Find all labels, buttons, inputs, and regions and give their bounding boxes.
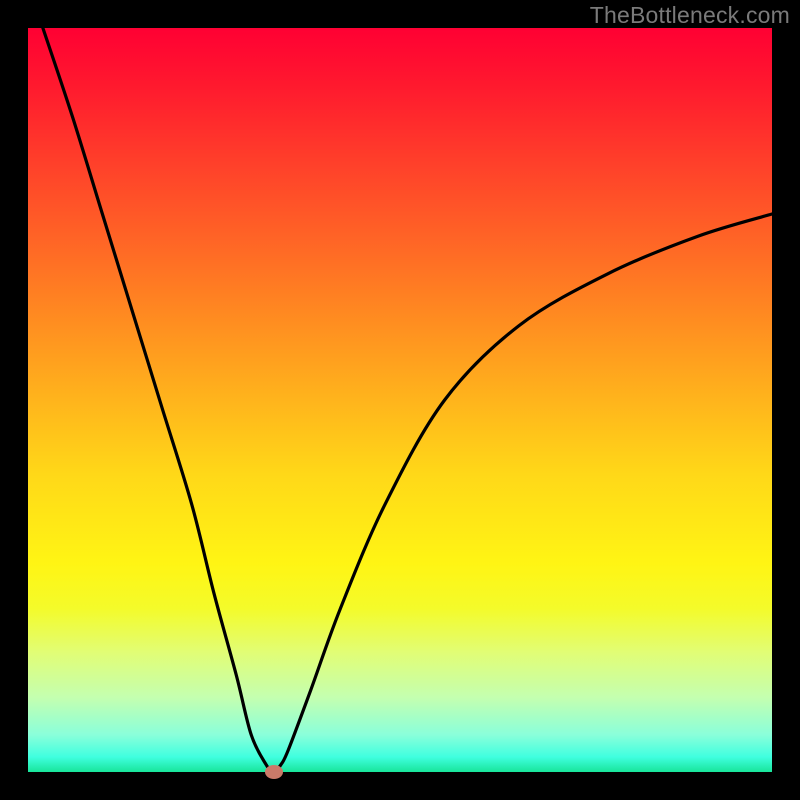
minimum-marker <box>265 765 283 779</box>
curve-svg <box>28 28 772 772</box>
bottleneck-curve-path <box>43 28 772 772</box>
watermark-label: TheBottleneck.com <box>590 2 790 29</box>
chart-container: TheBottleneck.com <box>0 0 800 800</box>
plot-area <box>28 28 772 772</box>
